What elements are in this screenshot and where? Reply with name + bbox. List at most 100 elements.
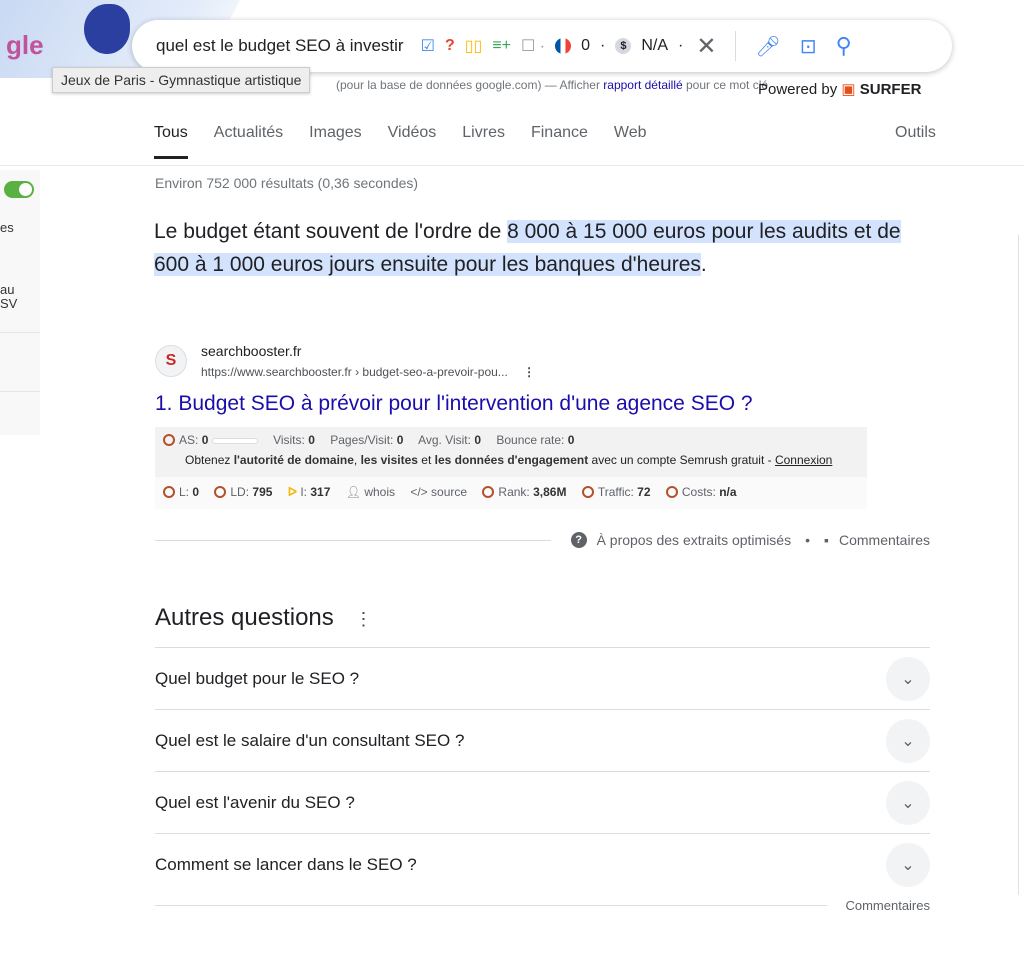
chevron-down-icon[interactable]: ⌄ [886, 718, 930, 763]
tab-livres[interactable]: Livres [462, 112, 505, 159]
sidebar-toggle[interactable] [4, 181, 34, 198]
more-options-icon[interactable]: ⋮ [523, 365, 535, 379]
visits-label: Visits: [273, 433, 309, 447]
pages-visit-value: 0 [396, 433, 404, 447]
clear-icon[interactable]: ✕ [696, 32, 716, 61]
lens-icon[interactable]: ⊡ [800, 34, 817, 59]
question-icon[interactable]: ? [445, 37, 455, 55]
doodle-bird-image [84, 4, 130, 54]
result-url-text: https://www.searchbooster.fr › budget-se… [201, 365, 508, 379]
tab-images[interactable]: Images [309, 112, 361, 159]
paa-item[interactable]: Quel est l'avenir du SEO ? ⌄ [155, 771, 930, 833]
semrush-icon [163, 434, 175, 446]
semrush-promo: Obtenez l'autorité de domaine, les visit… [185, 453, 833, 467]
paa-question: Quel est l'avenir du SEO ? [155, 792, 355, 812]
about-snippets-link[interactable]: À propos des extraits optimisés [597, 532, 792, 548]
as-value: 0 [201, 433, 209, 447]
detailed-report-link[interactable]: rapport détaillé [603, 78, 682, 92]
paa-item[interactable]: Quel est le salaire d'un consultant SEO … [155, 709, 930, 771]
tools-button[interactable]: Outils [895, 124, 936, 142]
search-input[interactable]: quel est le budget SEO à investir [156, 36, 404, 56]
surfer-brand: SURFER [859, 81, 922, 98]
tab-finance[interactable]: Finance [531, 112, 588, 159]
pages-visit-label: Pages/Visit: [330, 433, 397, 447]
help-icon: ? [570, 532, 587, 548]
search-icon[interactable]: ⚲ [836, 33, 852, 59]
flag-count: 0 [581, 37, 591, 54]
featured-snippet-answer: Le budget étant souvent de l'ordre de 8 … [154, 215, 914, 281]
bounce-value: 0 [567, 433, 575, 447]
rank-metric[interactable]: Rank: 3,86M [482, 485, 566, 499]
bing-index-metric[interactable]: ᐅ I: 317 [288, 485, 331, 499]
paa-item[interactable]: Quel budget pour le SEO ? ⌄ [155, 647, 930, 709]
keyword-prefix: (pour la base de données google.com) — A… [336, 78, 604, 92]
more-options-icon[interactable]: ⋮ [354, 609, 372, 629]
checkbox-icon[interactable]: ☐ · [521, 36, 545, 56]
answer-text: . [700, 253, 707, 276]
list-add-icon[interactable]: ≡+ [492, 37, 511, 55]
sidebar-text: es [0, 220, 14, 235]
google-logo[interactable]: gle [6, 30, 44, 61]
paa-question: Comment se lancer dans le SEO ? [155, 854, 417, 874]
france-flag-icon [555, 38, 572, 54]
result-title-link[interactable]: 1. Budget SEO à prévoir pour l'intervent… [155, 392, 753, 416]
checklist-icon[interactable]: ☑ [421, 36, 435, 56]
links-metric[interactable]: L: 0 [163, 485, 199, 499]
search-tabs: Tous Actualités Images Vidéos Livres Fin… [154, 112, 647, 159]
whois-link[interactable]: 👤︎ whois [346, 485, 395, 499]
scrollbar[interactable] [1018, 235, 1024, 895]
tab-tous[interactable]: Tous [154, 112, 188, 159]
keyword-suffix: pour ce mot clé [682, 78, 769, 92]
paa-feedback-link[interactable]: Commentaires [845, 898, 930, 913]
tab-videos[interactable]: Vidéos [388, 112, 437, 159]
paa-question: Quel est le salaire d'un consultant SEO … [155, 730, 465, 750]
answer-text: Le budget étant souvent de l'ordre de [154, 220, 508, 243]
result-site-name[interactable]: searchbooster.fr [201, 343, 301, 359]
costs-metric[interactable]: Costs: n/a [665, 485, 737, 499]
chevron-down-icon[interactable]: ⌄ [886, 842, 930, 887]
as-label: AS: [179, 433, 202, 447]
semrush-bar: AS: 0 Visits: 0 Pages/Visit: 0 Avg. Visi… [155, 427, 867, 509]
feedback-icon: ▪ [824, 532, 829, 548]
as-progress-bar [211, 438, 258, 444]
paa-question: Quel budget pour le SEO ? [155, 668, 360, 688]
paa-title-text: Autres questions [155, 604, 334, 631]
powered-by-surfer[interactable]: Powered by ▣ SURFER [758, 80, 921, 98]
dollar-icon: $ [615, 38, 632, 54]
paa-list: Quel budget pour le SEO ? ⌄ Quel est le s… [155, 647, 930, 895]
tab-web[interactable]: Web [614, 112, 647, 159]
site-favicon[interactable]: S [155, 345, 187, 377]
paa-item[interactable]: Comment se lancer dans le SEO ? ⌄ [155, 833, 930, 895]
powered-label: Powered by [758, 81, 838, 98]
bing-icon: ᐅ [287, 485, 297, 499]
microphone-icon[interactable]: 🎤︎ [755, 34, 780, 59]
surfer-icon: ▣ [841, 81, 856, 98]
people-also-ask-title: Autres questions ⋮ [155, 604, 372, 632]
sidebar-text: au SV [0, 283, 17, 311]
paa-footer: Commentaires [155, 898, 930, 913]
sidebar-text-line: au [0, 282, 15, 297]
semrush-login-link[interactable]: Connexion [775, 453, 832, 467]
traffic-metric[interactable]: Traffic: 72 [581, 485, 651, 499]
tab-actualites[interactable]: Actualités [214, 112, 283, 159]
sidebar-text-line: SV [0, 296, 18, 311]
chevron-down-icon[interactable]: ⌄ [886, 780, 930, 825]
cost-value: N/A [641, 37, 669, 54]
source-link[interactable]: </> source [410, 485, 467, 499]
feedback-link[interactable]: Commentaires [839, 532, 930, 548]
divider [0, 165, 1024, 166]
book-icon[interactable]: ▯▯ [465, 36, 483, 56]
avg-visit-value: 0 [474, 433, 481, 447]
person-icon: 👤︎ [345, 485, 361, 499]
search-box[interactable]: quel est le budget SEO à investir ☑ ? ▯▯… [132, 20, 952, 72]
avg-visit-label: Avg. Visit: [418, 433, 475, 447]
doodle-tooltip: Jeux de Paris - Gymnastique artistique [52, 67, 311, 93]
extension-sidebar: es au SV [0, 170, 40, 435]
visits-value: 0 [308, 433, 315, 447]
code-icon: </> [410, 485, 428, 499]
keyword-info: (pour la base de données google.com) — A… [336, 78, 768, 92]
result-url[interactable]: https://www.searchbooster.fr › budget-se… [201, 365, 535, 379]
chevron-down-icon[interactable]: ⌄ [886, 656, 930, 701]
result-stats: Environ 752 000 résultats (0,36 secondes… [155, 175, 419, 191]
ld-metric[interactable]: LD: 795 [214, 485, 272, 499]
